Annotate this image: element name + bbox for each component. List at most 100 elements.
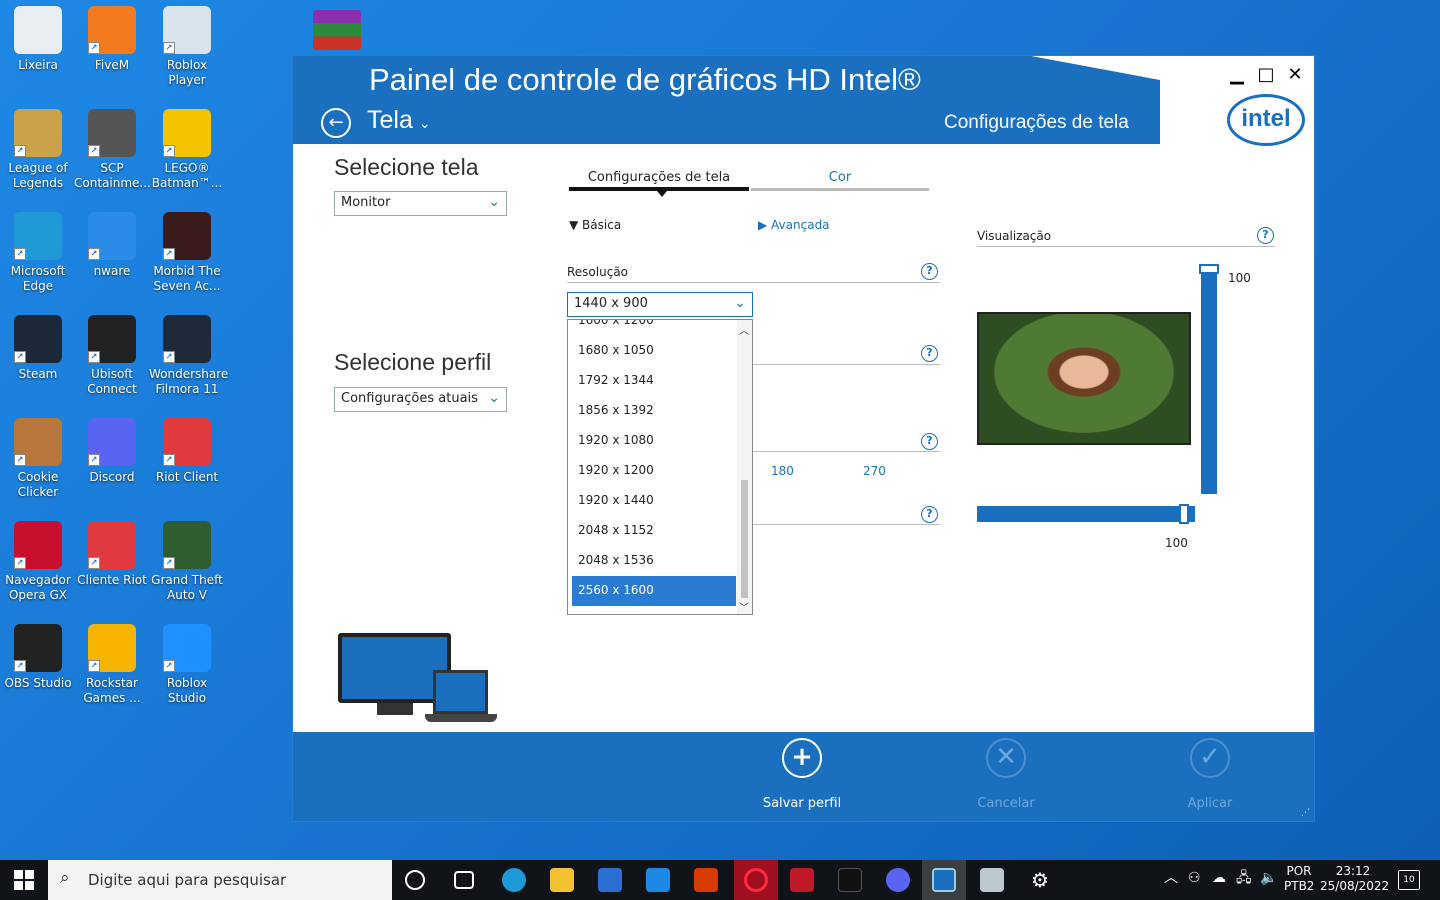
desktop-icon[interactable]: ↗ Wondershare Filmora 11 [149,315,228,397]
desktop-icon[interactable]: ↗ LEGO® Batman™... [149,109,225,191]
desktop-icon-label: Navegador Opera GX [5,573,71,602]
recorder-icon[interactable] [790,868,814,892]
volume-icon[interactable]: 🔈 [1260,871,1277,886]
tiktok-icon[interactable] [838,868,862,892]
desktop-icon[interactable]: ↗ Morbid The Seven Ac... [149,212,225,294]
desktop-icon[interactable]: ↗ Grand Theft Auto V [149,521,225,603]
maximize-button[interactable]: □ [1254,64,1278,85]
help-icon[interactable]: ? [921,263,938,280]
chevron-down-icon[interactable]: ﹀ [739,599,749,614]
chevron-up-icon[interactable]: ︿ [1164,871,1178,886]
tab-color[interactable]: Cor [751,170,929,185]
preview-label: Visualização [977,229,1052,243]
resolution-dropdown-list[interactable]: 1600 x 1200 1680 x 1050 1792 x 1344 1856 x … [567,319,753,615]
app-icon: ↗ [163,212,211,260]
display-settings-icon[interactable] [980,868,1004,892]
dropdown-scrollbar[interactable]: ︿ ﹀ [737,320,752,614]
desktop-icon[interactable]: ↗ Cliente Riot [74,521,150,588]
resolution-option[interactable]: 1600 x 1200 [572,320,736,336]
chevron-up-icon[interactable]: ︿ [739,322,749,337]
app-icon: ↗ [14,212,62,260]
resolution-option[interactable]: 1920 x 1080 [572,426,736,456]
desktop-icon[interactable]: ↗ Roblox Player [149,6,225,88]
desktop-icon[interactable]: ↗ Cookie Clicker [0,418,76,500]
desktop-icon[interactable]: ↗ OBS Studio [0,624,76,691]
shortcut-arrow-icon: ↗ [163,42,175,54]
mail-icon[interactable] [646,868,670,892]
apply-button[interactable]: ✓ Aplicar [1150,738,1270,811]
chevron-down-icon: ⌄ [488,390,500,406]
rotation-270[interactable]: 270 [863,464,886,478]
back-arrow-icon[interactable]: ← [321,108,351,138]
network-icon[interactable]: 🖧 [1236,871,1252,886]
desktop-icon[interactable]: ↗ Ubisoft Connect [74,315,150,397]
office-icon[interactable] [694,868,718,892]
taskbar-search[interactable]: ⌕ Digite aqui para pesquisar [48,860,392,900]
desktop-icon[interactable]: ↗ nware [74,212,150,279]
settings-gear-icon[interactable]: ⚙ [1028,868,1052,892]
resolution-option[interactable]: 1920 x 1200 [572,456,736,486]
resolution-option[interactable]: 2048 x 1152 [572,516,736,546]
windows-start-icon[interactable] [14,870,34,890]
resolution-option[interactable]: 1792 x 1344 [572,366,736,396]
onedrive-cloud-icon[interactable]: ☁ [1212,871,1226,886]
section-dropdown[interactable]: Tela ⌄ [367,106,431,135]
help-icon[interactable]: ? [921,506,938,523]
language-indicator[interactable]: POR PTB2 [1284,864,1314,894]
horizontal-size-slider[interactable] [977,504,1195,524]
cortana-icon[interactable] [405,870,425,890]
desktop-icon[interactable]: ↗ Riot Client [149,418,225,485]
slider-thumb[interactable] [1199,264,1219,274]
help-icon[interactable]: ? [1257,227,1274,244]
meet-now-icon[interactable]: ⚇ [1188,871,1201,886]
resolution-option[interactable]: 1856 x 1392 [572,396,736,426]
desktop-icon[interactable]: ↗ Steam [0,315,76,382]
resize-grip-icon[interactable]: ⋰ [1301,808,1310,818]
resolution-option[interactable]: 2560 x 1600 [572,576,736,606]
advanced-mode-toggle[interactable]: ▶ Avançada [758,218,830,232]
clock-time: 23:12 [1335,864,1371,878]
scrollbar-thumb[interactable] [741,480,748,598]
resolution-select[interactable]: 1440 x 900 ⌄ [567,292,753,317]
tab-inactive-underline [751,188,929,191]
resolution-option[interactable]: 1920 x 1440 [572,486,736,516]
desktop-icon[interactable]: Lixeira [0,6,76,73]
desktop-icon[interactable]: ↗ Navegador Opera GX [0,521,76,603]
store-icon[interactable] [598,868,622,892]
tab-display-settings[interactable]: Configurações de tela [569,170,749,185]
desktop-icon[interactable]: ↗ Rockstar Games ... [74,624,150,706]
clock[interactable]: 23:12 25/08/2022 [1320,864,1389,894]
winrar-icon[interactable] [313,10,361,50]
cancel-label: Cancelar [977,796,1035,811]
task-view-icon[interactable] [454,871,474,889]
shortcut-arrow-icon: ↗ [14,454,26,466]
save-profile-button[interactable]: + Salvar perfil [742,738,862,811]
notification-center-icon[interactable]: 10 [1398,870,1420,890]
file-explorer-icon[interactable] [550,868,574,892]
desktop-icon[interactable]: ↗ SCP Containme... [74,109,151,191]
shortcut-arrow-icon: ↗ [88,660,100,672]
minimize-button[interactable]: ▁ [1225,64,1249,85]
desktop-icon[interactable]: ↗ League of Legends [0,109,76,191]
edge-icon[interactable] [502,868,526,892]
basic-mode-toggle[interactable]: ▼ Básica [569,218,621,232]
display-select[interactable]: Monitor ⌄ [334,191,507,216]
resolution-option[interactable]: 1680 x 1050 [572,336,736,366]
discord-icon[interactable] [886,868,910,892]
header-page-label: Configurações de tela [944,112,1129,133]
vertical-size-slider[interactable] [1199,264,1219,494]
rotation-180[interactable]: 180 [771,464,794,478]
desktop-icon-label: Morbid The Seven Ac... [153,264,221,293]
cancel-button[interactable]: ✕ Cancelar [946,738,1066,811]
profile-select[interactable]: Configurações atuais ⌄ [334,387,507,412]
slider-thumb[interactable] [1179,504,1189,524]
help-icon[interactable]: ? [921,433,938,450]
desktop-icon[interactable]: ↗ Microsoft Edge [0,212,76,294]
desktop-icon[interactable]: ↗ Discord [74,418,150,485]
desktop-icon-label: Riot Client [155,470,219,484]
help-icon[interactable]: ? [921,345,938,362]
close-button[interactable]: ✕ [1283,64,1307,85]
resolution-option[interactable]: 2048 x 1536 [572,546,736,576]
desktop-icon[interactable]: ↗ FiveM [74,6,150,73]
desktop-icon[interactable]: ↗ Roblox Studio [149,624,225,706]
